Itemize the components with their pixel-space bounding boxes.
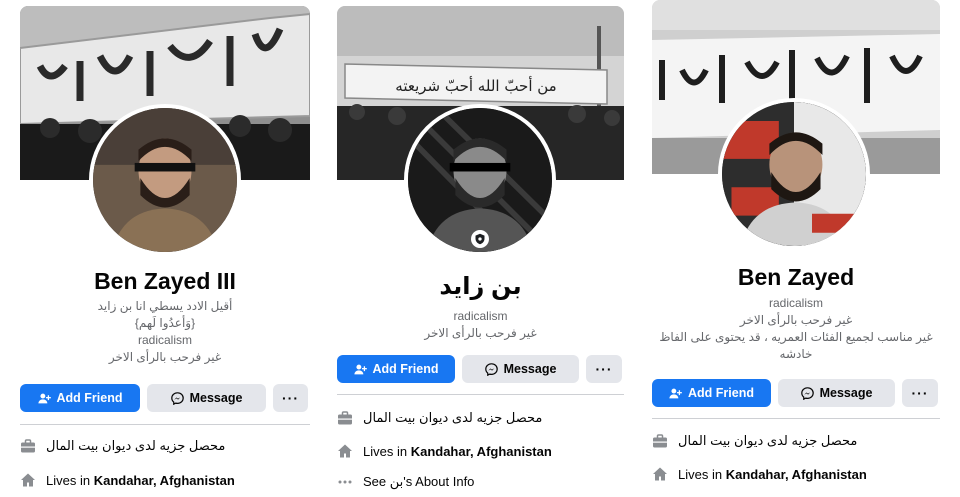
- messenger-icon: [171, 392, 184, 405]
- messenger-icon: [485, 363, 498, 376]
- more-options-button[interactable]: ···: [902, 379, 938, 407]
- messenger-icon: [801, 387, 814, 400]
- message-label: Message: [819, 386, 873, 400]
- profile-card-2: من أحبّ الله أحبّ شريعته بن زايد radical…: [337, 0, 624, 497]
- bio-line: غير مناسب لجميع الفئات العمريه ، قد يحتو…: [659, 330, 933, 344]
- briefcase-icon: [652, 433, 668, 449]
- bio-line: غير فرحب بالرأى الاخر: [424, 326, 537, 340]
- profile-avatar[interactable]: [89, 104, 241, 256]
- bio-line: radicalism: [768, 296, 823, 310]
- info-work: محصل جزيه لدى ديوان بيت المال: [20, 438, 225, 454]
- divider: [20, 424, 310, 425]
- lives-place-link[interactable]: Kandahar, Afghanistan: [411, 444, 552, 459]
- add-friend-label: Add Friend: [688, 386, 754, 400]
- add-friend-button[interactable]: Add Friend: [652, 379, 771, 407]
- briefcase-icon: [20, 438, 36, 454]
- info-lives-in: Lives in Kandahar, Afghanistan: [337, 443, 552, 459]
- add-person-icon: [669, 387, 682, 400]
- divider: [652, 418, 940, 419]
- cover-banner-text: من أحبّ الله أحبّ شريعته: [395, 76, 556, 95]
- work-text: محصل جزيه لدى ديوان بيت المال: [678, 433, 858, 448]
- home-icon: [20, 472, 36, 488]
- about-name: بن: [389, 474, 404, 489]
- more-dots-icon: ···: [911, 385, 929, 401]
- bio-line: أقيل الادد يسطي انا بن زايد: [97, 299, 233, 313]
- profile-card-1: Ben Zayed III أقيل الادد يسطي انا بن زاي…: [20, 0, 310, 497]
- add-friend-label: Add Friend: [56, 391, 123, 405]
- add-person-icon: [38, 392, 51, 405]
- bio-line: radicalism: [137, 333, 192, 347]
- bio-line: خادشه: [779, 347, 813, 361]
- profile-avatar[interactable]: [718, 98, 870, 250]
- message-label: Message: [189, 391, 243, 405]
- divider: [337, 394, 624, 395]
- add-friend-button[interactable]: Add Friend: [20, 384, 140, 412]
- profile-guard-shield-icon: [471, 230, 489, 248]
- message-button[interactable]: Message: [147, 384, 266, 412]
- more-options-button[interactable]: ···: [586, 355, 622, 383]
- add-friend-label: Add Friend: [372, 362, 439, 376]
- profile-bio: radicalism غير فرحب بالرأى الاخر غير منا…: [652, 295, 940, 363]
- profile-name: Ben Zayed III: [94, 268, 236, 294]
- info-work: محصل جزيه لدى ديوان بيت المال: [652, 433, 857, 449]
- info-lives-in: Lives in Kandahar, Afghanistan: [20, 472, 235, 488]
- profile-bio: radicalism غير فرحب بالرأى الاخر: [337, 308, 624, 342]
- message-button[interactable]: Message: [462, 355, 579, 383]
- info-work: محصل جزيه لدى ديوان بيت المال: [337, 410, 542, 426]
- work-text: محصل جزيه لدى ديوان بيت المال: [363, 410, 543, 425]
- bio-line: غير فرحب بالرأى الاخر: [739, 313, 853, 327]
- lives-prefix: Lives in: [363, 443, 411, 459]
- profile-name: بن زايد: [439, 273, 522, 300]
- lives-prefix: Lives in: [678, 466, 726, 482]
- lives-prefix: Lives in: [46, 472, 94, 488]
- profile-name: Ben Zayed: [737, 264, 855, 290]
- work-text: محصل جزيه لدى ديوان بيت المال: [46, 438, 226, 453]
- bio-line: {وَأعدُوا لَهم}: [134, 316, 196, 330]
- more-options-button[interactable]: ···: [273, 384, 308, 412]
- see-about-info-link[interactable]: See بن's About Info: [337, 474, 474, 490]
- message-label: Message: [503, 362, 557, 376]
- about-suffix: 's About Info: [403, 474, 475, 489]
- bio-line: غير فرحب بالرأى الاخر: [108, 350, 222, 364]
- more-dots-icon: [337, 474, 353, 490]
- more-dots-icon: ···: [595, 361, 613, 377]
- about-prefix: See: [363, 474, 390, 489]
- profile-card-3: Ben Zayed radicalism غير فرحب بالرأى الا…: [652, 0, 940, 497]
- bio-line: radicalism: [453, 309, 508, 323]
- message-button[interactable]: Message: [778, 379, 895, 407]
- more-dots-icon: ···: [282, 390, 299, 406]
- info-lives-in: Lives in Kandahar, Afghanistan: [652, 466, 867, 482]
- home-icon: [337, 443, 353, 459]
- lives-place-link[interactable]: Kandahar, Afghanistan: [94, 473, 235, 488]
- add-friend-button[interactable]: Add Friend: [337, 355, 455, 383]
- lives-place-link[interactable]: Kandahar, Afghanistan: [726, 467, 867, 482]
- briefcase-icon: [337, 410, 353, 426]
- home-icon: [652, 466, 668, 482]
- add-person-icon: [354, 363, 367, 376]
- profile-bio: أقيل الادد يسطي انا بن زايد {وَأعدُوا لَ…: [20, 298, 310, 366]
